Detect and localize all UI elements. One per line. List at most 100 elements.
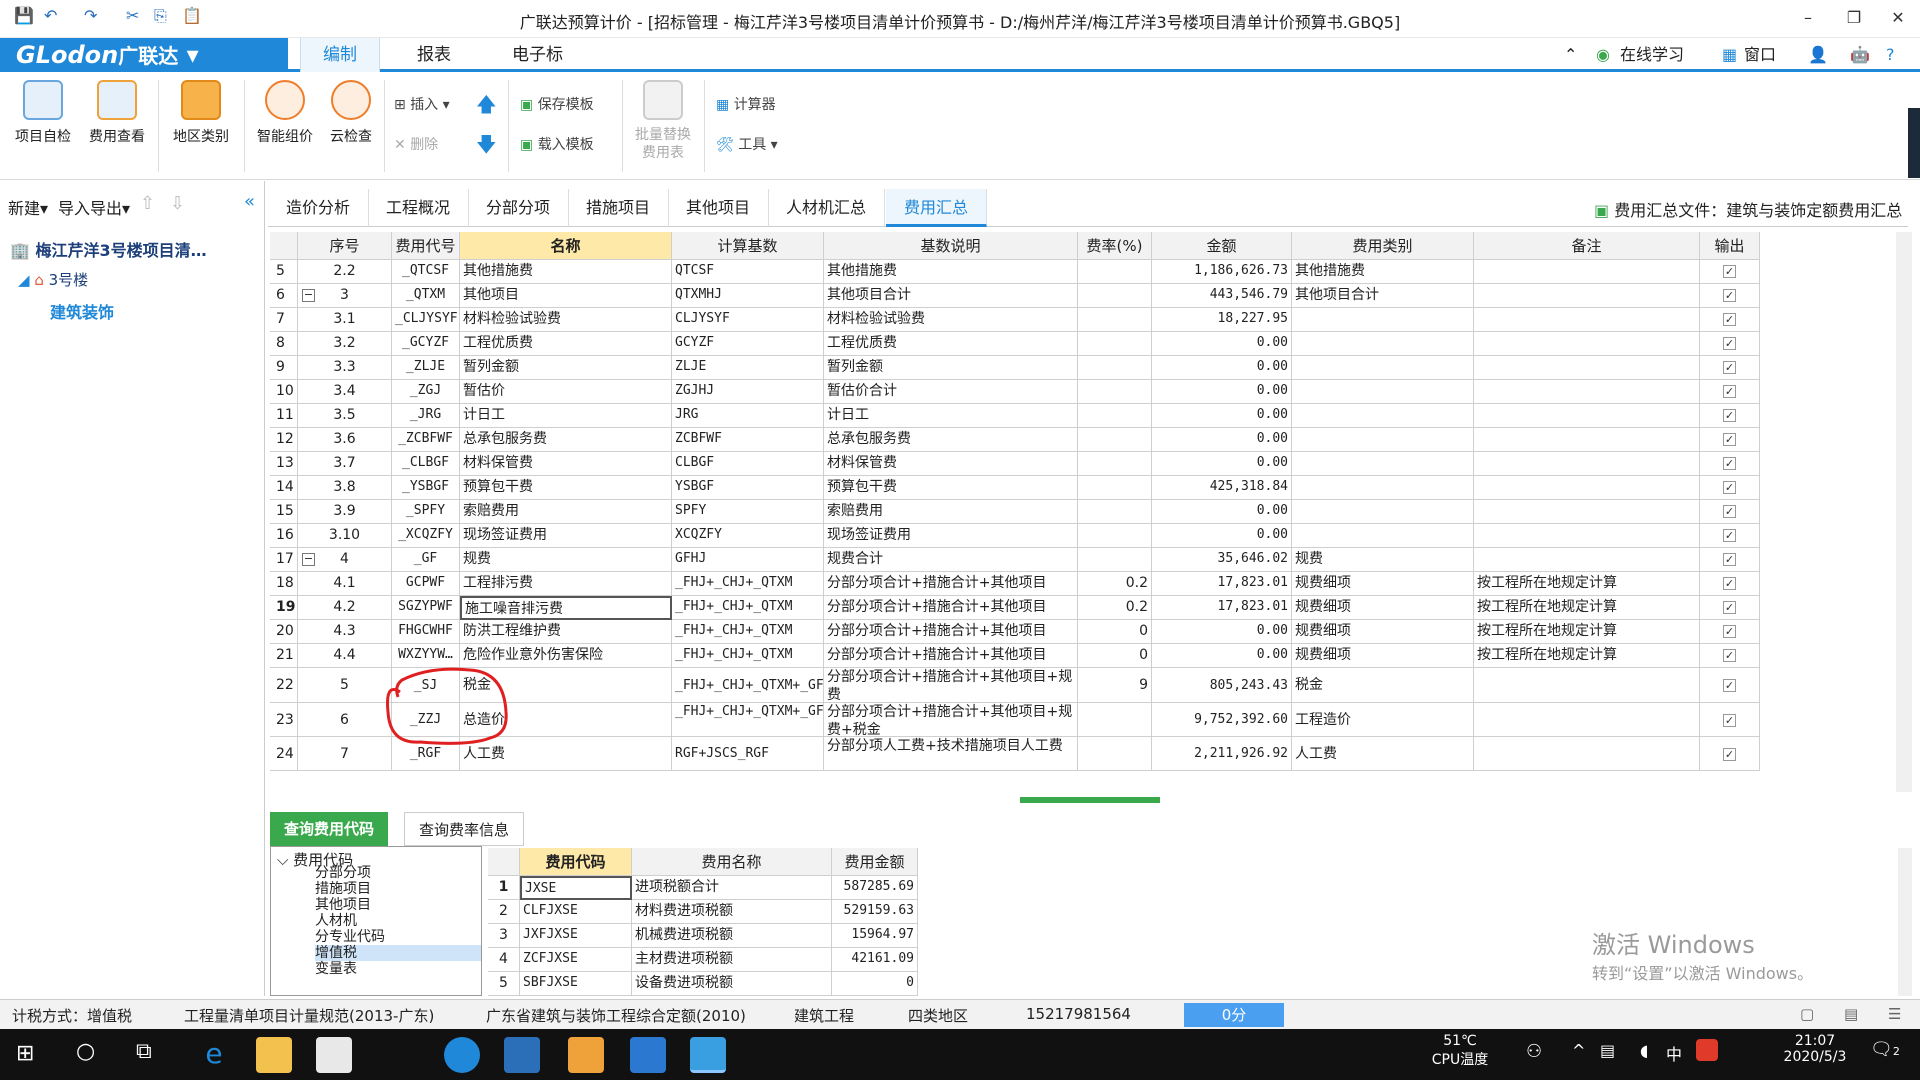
cell-amt[interactable]: 1,186,626.73 — [1152, 260, 1292, 284]
cell-cat[interactable] — [1292, 404, 1474, 428]
column-header-code[interactable]: 费用代号 — [392, 232, 460, 260]
grid-scrollbar[interactable] — [1896, 232, 1912, 792]
column-header-desc[interactable]: 基数说明 — [824, 232, 1078, 260]
cell-rate[interactable] — [1078, 260, 1152, 284]
cell-rate[interactable] — [1078, 737, 1152, 771]
cell-desc[interactable]: 规费合计 — [824, 548, 1078, 572]
cell-code[interactable]: FHGCWHF — [392, 620, 460, 644]
collapse-ribbon-icon[interactable]: ⌃ — [1564, 38, 1577, 72]
cell-seq[interactable]: 3.7 — [298, 452, 392, 476]
help-button[interactable]: ? — [1886, 38, 1895, 72]
cell-cat[interactable] — [1292, 308, 1474, 332]
cell-cat[interactable]: 规费细项 — [1292, 644, 1474, 668]
cell-name[interactable]: 预算包干费 — [460, 476, 672, 500]
splitter-handle[interactable] — [1020, 797, 1160, 803]
cell-base[interactable]: RGF+JSCS_RGF — [672, 737, 824, 771]
cell-amt[interactable]: 425,318.84 — [1152, 476, 1292, 500]
column-header-name[interactable]: 名称 — [460, 232, 672, 260]
subgrid-header-code[interactable]: 费用代码 — [520, 848, 632, 876]
cell-code[interactable]: _SPFY — [392, 500, 460, 524]
cell-amt[interactable]: 9,752,392.60 — [1152, 703, 1292, 737]
table-row[interactable]: 16 3.10 _XCQZFY 现场签证费用 XCQZFY 现场签证费用 0.00 ✓ — [270, 524, 1760, 548]
view-single-icon[interactable]: ▢ — [1800, 1005, 1814, 1023]
cell-amt[interactable]: 0.00 — [1152, 500, 1292, 524]
output-checkbox[interactable]: ✓ — [1723, 714, 1736, 727]
cell-note[interactable] — [1474, 548, 1700, 572]
cell-amt[interactable]: 0.00 — [1152, 644, 1292, 668]
cell-desc[interactable]: 工程优质费 — [824, 332, 1078, 356]
cell-amt[interactable]: 35,646.02 — [1152, 548, 1292, 572]
table-row[interactable]: 10 3.4 _ZGJ 暂估价 ZGJHJ 暂估价合计 0.00 ✓ — [270, 380, 1760, 404]
output-checkbox[interactable]: ✓ — [1723, 481, 1736, 494]
cell-name[interactable]: 材料检验试验费 — [460, 308, 672, 332]
edge-icon[interactable]: e — [196, 1037, 232, 1073]
cell-name[interactable]: 其他项目 — [460, 284, 672, 308]
cell-out[interactable]: ✓ — [1700, 476, 1760, 500]
cell-code[interactable]: _ZGJ — [392, 380, 460, 404]
cell-rate[interactable] — [1078, 356, 1152, 380]
cell-amt[interactable]: 0.00 — [1152, 524, 1292, 548]
cell-note[interactable]: 按工程所在地规定计算 — [1474, 620, 1700, 644]
cell-note[interactable] — [1474, 476, 1700, 500]
cell-amt[interactable]: 18,227.95 — [1152, 308, 1292, 332]
smart-pricing-button[interactable]: 智能组价 — [250, 80, 320, 146]
cell-base[interactable]: YSBGF — [672, 476, 824, 500]
table-row[interactable]: 13 3.7 _CLBGF 材料保管费 CLBGF 材料保管费 0.00 ✓ — [270, 452, 1760, 476]
cell-note[interactable] — [1474, 428, 1700, 452]
cell-cat[interactable]: 规费 — [1292, 548, 1474, 572]
subgrid-cell-code[interactable]: ZCFJXSE — [520, 948, 632, 972]
cell-base[interactable]: GCYZF — [672, 332, 824, 356]
cell-code[interactable]: _CLBGF — [392, 452, 460, 476]
column-header-base[interactable]: 计算基数 — [672, 232, 824, 260]
cell-name[interactable]: 现场签证费用 — [460, 524, 672, 548]
cell-desc[interactable]: 暂估价合计 — [824, 380, 1078, 404]
output-checkbox[interactable]: ✓ — [1723, 457, 1736, 470]
cell-code[interactable]: WXZYYW… — [392, 644, 460, 668]
minimize-button[interactable]: – — [1790, 4, 1826, 32]
cell-code[interactable]: _GCYZF — [392, 332, 460, 356]
table-row[interactable]: 7 3.1 _CLJYSYF 材料检验试验费 CLJYSYF 材料检验试验费 18,227.… — [270, 308, 1760, 332]
cell-code[interactable]: _JRG — [392, 404, 460, 428]
cell-code[interactable]: _QTCSF — [392, 260, 460, 284]
subgrid-cell-name[interactable]: 材料费进项税额 — [632, 900, 832, 924]
cell-out[interactable]: ✓ — [1700, 356, 1760, 380]
cell-amt[interactable]: 0.00 — [1152, 380, 1292, 404]
cell-base[interactable]: _FHJ+_CHJ+_QTXM — [672, 644, 824, 668]
cell-amt[interactable]: 0.00 — [1152, 332, 1292, 356]
cell-cat[interactable]: 其他项目合计 — [1292, 284, 1474, 308]
cell-desc[interactable]: 预算包干费 — [824, 476, 1078, 500]
cell-rate[interactable] — [1078, 308, 1152, 332]
cell-code[interactable]: _ZLJE — [392, 356, 460, 380]
cell-base[interactable]: CLJYSYF — [672, 308, 824, 332]
cell-out[interactable]: ✓ — [1700, 500, 1760, 524]
subgrid-header-name[interactable]: 费用名称 — [632, 848, 832, 876]
table-row[interactable]: 8 3.2 _GCYZF 工程优质费 GCYZF 工程优质费 0.00 ✓ — [270, 332, 1760, 356]
output-checkbox[interactable]: ✓ — [1723, 625, 1736, 638]
cell-note[interactable] — [1474, 356, 1700, 380]
fee-view-button[interactable]: 费用查看 — [82, 80, 152, 146]
cell-cat[interactable]: 规费细项 — [1292, 572, 1474, 596]
cell-code[interactable]: _SJ — [392, 668, 460, 703]
column-header-seq[interactable]: 序号 — [298, 232, 392, 260]
cell-amt[interactable]: 0.00 — [1152, 620, 1292, 644]
windows-start-icon[interactable]: ⊞ — [16, 1041, 34, 1066]
column-header-note[interactable]: 备注 — [1474, 232, 1700, 260]
cell-cat[interactable]: 税金 — [1292, 668, 1474, 703]
menu-tab-ebid[interactable]: 电子标 — [490, 38, 585, 72]
cell-rate[interactable] — [1078, 500, 1152, 524]
cell-name[interactable]: 危险作业意外伤害保险 — [460, 644, 672, 668]
cell-amt[interactable]: 2,211,926.92 — [1152, 737, 1292, 771]
cell-cat[interactable] — [1292, 524, 1474, 548]
subgrid-cell-amt[interactable]: 587285.69 — [832, 876, 918, 900]
region-type-button[interactable]: 地区类别 — [166, 80, 236, 146]
table-row[interactable]: 22 5 _SJ 税金 _FHJ+_CHJ+_QTXM+_GF 分部分项合计+措施合计+其… — [270, 668, 1760, 703]
output-checkbox[interactable]: ✓ — [1723, 529, 1736, 542]
table-row[interactable]: 18 4.1 GCPWF 工程排污费 _FHJ+_CHJ+_QTXM 分部分项合计+措施合… — [270, 572, 1760, 596]
tree-item[interactable]: 分专业代码 — [315, 929, 481, 945]
cell-rate[interactable] — [1078, 428, 1152, 452]
cell-seq[interactable]: 5 — [298, 668, 392, 703]
cell-note[interactable] — [1474, 260, 1700, 284]
cell-desc[interactable]: 分部分项合计+措施合计+其他项目 — [824, 572, 1078, 596]
cell-name[interactable]: 材料保管费 — [460, 452, 672, 476]
cell-rate[interactable] — [1078, 452, 1152, 476]
